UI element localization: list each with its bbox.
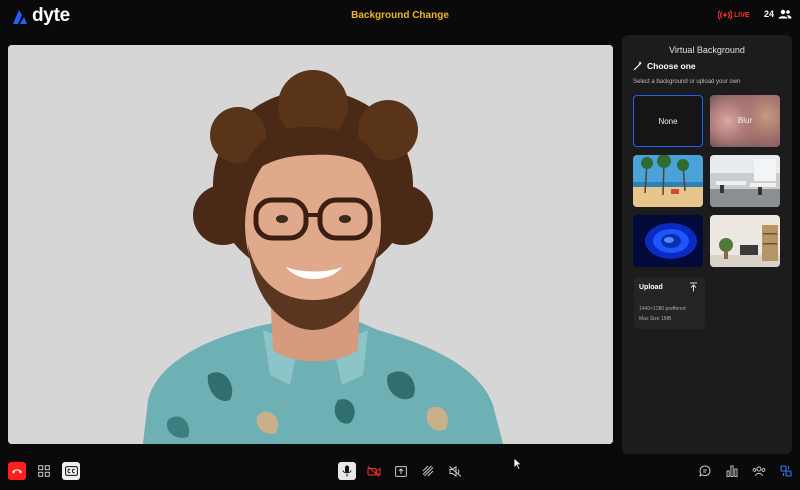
captions-button[interactable]	[62, 462, 80, 480]
polls-button[interactable]	[723, 462, 741, 480]
upload-icon	[690, 282, 697, 292]
participant-count: 24	[764, 9, 775, 19]
mouse-cursor-icon	[513, 457, 522, 470]
participant-video	[8, 45, 613, 444]
upload-title: Upload	[639, 284, 663, 291]
speaker-off-icon	[448, 465, 461, 477]
camera-toggle-button[interactable]	[365, 462, 383, 480]
participants-button[interactable]	[750, 462, 768, 480]
upload-resolution-hint: 1440×1280 preffered	[639, 306, 686, 312]
virtual-background-panel: Virtual Background Choose one Select a b…	[622, 35, 792, 454]
camera-off-icon	[367, 465, 381, 477]
plugins-icon	[780, 465, 792, 477]
microphone-icon	[342, 465, 352, 477]
microphone-button[interactable]	[338, 462, 356, 480]
top-bar: dyte Background Change LIVE 24	[0, 0, 800, 32]
speaker-toggle-button[interactable]	[446, 462, 464, 480]
background-option-living-room[interactable]	[710, 215, 780, 267]
upload-background-button[interactable]: Upload 1440×1280 preffered Max Size 1MB	[634, 277, 705, 329]
screen-share-icon	[395, 465, 407, 477]
plugins-button[interactable]	[777, 462, 795, 480]
chat-icon	[699, 465, 711, 477]
living-room-image	[710, 215, 780, 267]
background-icon	[422, 465, 434, 477]
grid-layout-icon	[38, 465, 50, 477]
panel-title: Virtual Background	[669, 45, 745, 55]
chat-button[interactable]	[696, 462, 714, 480]
background-option-none[interactable]: None	[633, 95, 703, 147]
blue-swirl-image	[633, 215, 703, 267]
polls-icon	[726, 465, 738, 477]
leave-call-icon	[12, 469, 22, 474]
live-badge[interactable]: LIVE	[718, 10, 750, 20]
upload-size-hint: Max Size 1MB	[639, 316, 672, 322]
live-broadcast-icon	[718, 10, 732, 20]
office-image	[710, 155, 780, 207]
leave-call-button[interactable]	[8, 462, 26, 480]
people-icon	[778, 9, 792, 19]
magic-wand-icon	[633, 61, 642, 71]
background-option-label: None	[658, 117, 678, 126]
grid-layout-button[interactable]	[35, 462, 53, 480]
background-effects-button[interactable]	[419, 462, 437, 480]
beach-image	[633, 155, 703, 207]
background-option-label: Blur	[737, 116, 753, 125]
meeting-title: Background Change	[351, 10, 449, 21]
participants-icon	[752, 466, 766, 477]
background-option-office[interactable]	[710, 155, 780, 207]
background-option-beach[interactable]	[633, 155, 703, 207]
participant-count-button[interactable]: 24	[764, 9, 792, 19]
live-label: LIVE	[734, 11, 750, 19]
participant-video-frame	[8, 45, 613, 444]
background-option-blue-swirl[interactable]	[633, 215, 703, 267]
choose-title: Choose one	[647, 61, 696, 71]
choose-header: Choose one	[633, 60, 696, 71]
captions-icon	[64, 466, 78, 476]
background-option-blur[interactable]: Blur	[710, 95, 780, 147]
choose-subtitle: Select a background or upload your own	[633, 79, 741, 85]
screen-share-button[interactable]	[392, 462, 410, 480]
